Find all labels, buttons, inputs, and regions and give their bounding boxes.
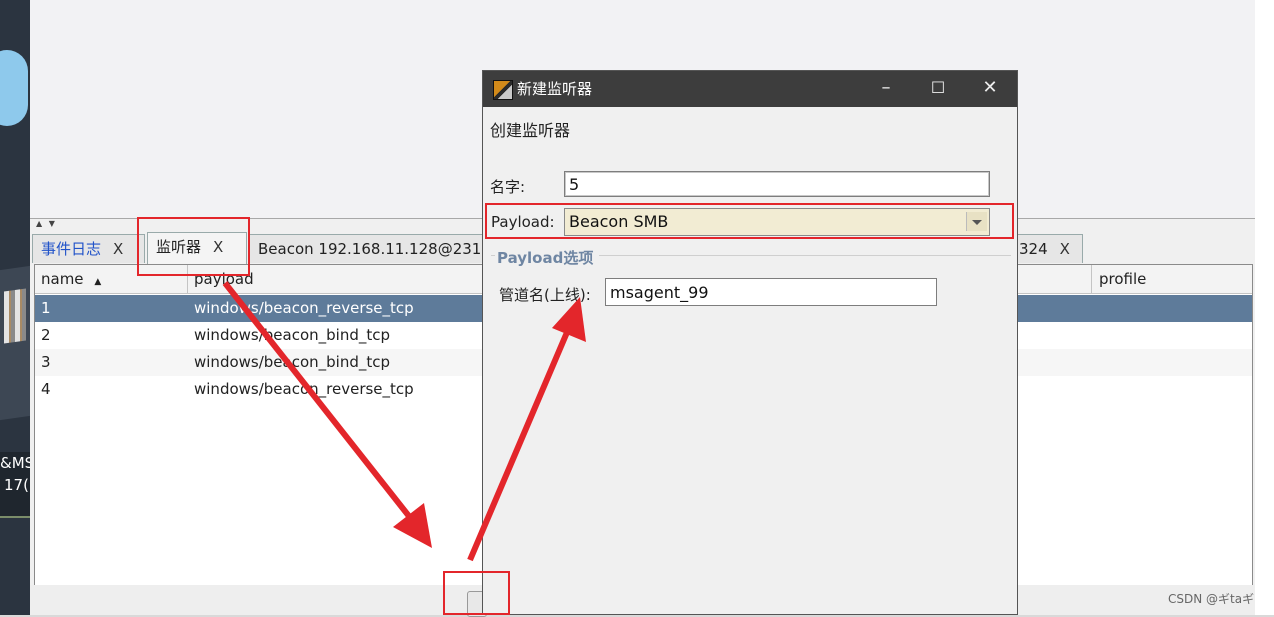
split-divider-arrows[interactable]: ▲ ▼ xyxy=(36,219,57,228)
cell-payload: windows/beacon_bind_tcp xyxy=(194,326,391,344)
close-icon[interactable]: X xyxy=(213,238,223,256)
name-field[interactable] xyxy=(564,171,990,197)
column-header-name[interactable]: name ▲ xyxy=(35,265,188,293)
cell-name: 3 xyxy=(41,353,51,371)
sort-ascending-icon: ▲ xyxy=(94,277,102,287)
close-button[interactable]: ✕ xyxy=(965,71,1015,107)
group-border xyxy=(599,255,1011,256)
maximize-button[interactable]: ☐ xyxy=(913,71,963,107)
tab-label: Beacon 192.168.11.128@2312 xyxy=(258,240,489,258)
payload-select[interactable]: Beacon SMB xyxy=(564,208,990,236)
tab-label: 事件日志 xyxy=(41,240,102,258)
watermark: CSDN @ギtaギ xyxy=(1168,592,1255,606)
desktop-icon-label: &MS 17( xyxy=(0,452,30,518)
column-header-profile[interactable]: profile xyxy=(1093,265,1252,293)
desktop-label-line1: &MS xyxy=(0,454,30,472)
dialog-title: 新建监听器 xyxy=(517,80,593,98)
desktop-strip: &MS 17( xyxy=(0,0,30,615)
tab-listeners[interactable]: 监听器 X xyxy=(147,232,247,264)
cell-name: 4 xyxy=(41,380,51,398)
tab-event-log[interactable]: 事件日志 X xyxy=(32,234,145,263)
cell-payload: windows/beacon_reverse_tcp xyxy=(194,380,414,398)
desktop-label-line2: 17( xyxy=(4,476,29,494)
cobalt-strike-app-icon xyxy=(493,80,513,100)
desktop-app-icon[interactable] xyxy=(0,265,30,421)
pipe-name-field[interactable] xyxy=(605,278,937,306)
tab-beacon-2[interactable]: 324 X xyxy=(1016,234,1083,263)
payload-label: Payload: xyxy=(491,213,555,231)
column-label: profile xyxy=(1099,270,1147,288)
dialog-heading: 创建监听器 xyxy=(490,121,571,140)
cell-payload: windows/beacon_reverse_tcp xyxy=(194,299,414,317)
tab-beacon[interactable]: Beacon 192.168.11.128@2312 xyxy=(249,234,489,263)
group-border xyxy=(491,255,495,256)
tab-label: 监听器 xyxy=(156,238,202,256)
chevron-down-icon[interactable] xyxy=(966,212,987,231)
right-edge xyxy=(1255,0,1274,615)
close-icon[interactable]: X xyxy=(1060,240,1070,258)
dialog-titlebar[interactable]: 新建监听器 – ☐ ✕ xyxy=(483,71,1017,107)
minimize-button[interactable]: – xyxy=(861,71,911,107)
column-label: payload xyxy=(194,270,254,288)
new-listener-dialog: 新建监听器 – ☐ ✕ 创建监听器 名字: Payload: Beacon SM… xyxy=(482,70,1018,615)
pipe-name-label: 管道名(上线): xyxy=(499,286,591,304)
cloud-icon xyxy=(0,50,28,126)
cell-name: 1 xyxy=(41,299,51,317)
cell-payload: windows/beacon_bind_tcp xyxy=(194,353,391,371)
payload-options-group-title: Payload选项 xyxy=(497,249,594,267)
name-label: 名字: xyxy=(490,178,526,196)
tab-label: 324 xyxy=(1019,240,1048,258)
close-icon[interactable]: X xyxy=(113,240,123,258)
cell-name: 2 xyxy=(41,326,51,344)
column-label: name xyxy=(41,270,84,288)
payload-selected-value: Beacon SMB xyxy=(569,212,669,231)
